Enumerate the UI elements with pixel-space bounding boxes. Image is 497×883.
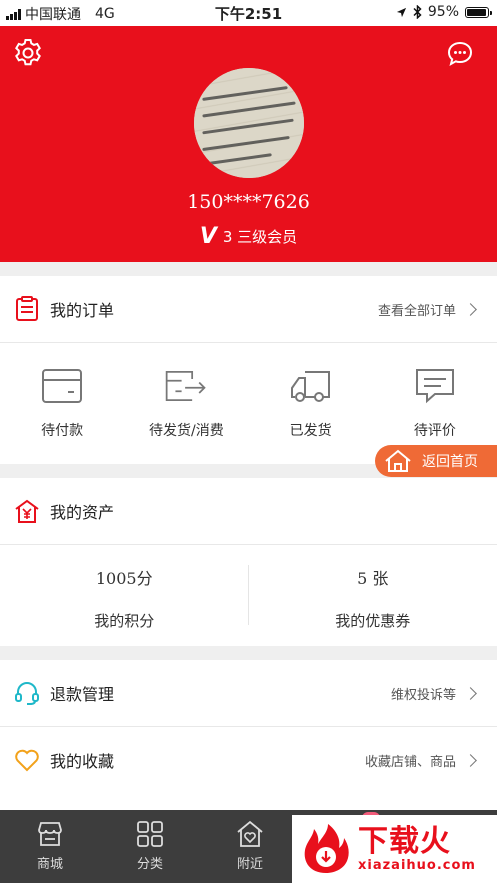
avatar[interactable] (194, 68, 304, 178)
truck-icon (290, 371, 330, 402)
favorites-hint: 收藏店铺、商品 (364, 751, 477, 770)
message-bubble-icon[interactable] (446, 40, 474, 68)
status-bar: 中国联通 4G 下午2:51 95% (0, 0, 497, 26)
points-value: 1005分 (95, 569, 153, 588)
watermark-logo: 下载火 xiazaihuo.com (292, 815, 497, 883)
view-all-orders-link[interactable]: 查看全部订单 (377, 300, 477, 319)
refund-hint-label: 维权投诉等 (390, 687, 456, 703)
chevron-right-icon (464, 686, 477, 700)
order-pending-shipment[interactable]: 待发货/消费 (124, 343, 248, 463)
headset-icon (14, 680, 40, 706)
coupons-value: 5 张 (357, 569, 389, 588)
home-heart-icon (237, 820, 263, 847)
user-phone: 150****7626 (187, 191, 310, 213)
tab-category[interactable]: 分类 (100, 810, 200, 883)
location-icon (396, 7, 406, 17)
member-level-label: 3 三级会员 (222, 228, 298, 246)
orders-header[interactable]: 我的订单 查看全部订单 (0, 276, 497, 342)
store-icon (38, 822, 62, 846)
return-home-label: 返回首页 (422, 454, 478, 470)
order-shipped[interactable]: 已发货 (249, 343, 373, 463)
assets-header: 我的资产 (0, 478, 497, 544)
bluetooth-icon (413, 5, 422, 19)
profile-header: 150****7626 V 3 三级会员 (0, 26, 497, 262)
order-item-label: 已发货 (289, 423, 332, 439)
assets-divider (248, 565, 249, 625)
chevron-right-icon (464, 753, 477, 767)
tab-label: 分类 (136, 857, 163, 872)
house-yen-icon (14, 498, 40, 524)
box-arrow-icon (166, 371, 207, 401)
points-label: 我的积分 (94, 612, 155, 630)
coupons-label: 我的优惠券 (335, 612, 411, 630)
clipboard-icon (14, 296, 40, 322)
order-item-label: 待发货/消费 (149, 423, 224, 439)
tab-label: 商城 (36, 857, 63, 872)
level-v-icon: V (199, 224, 217, 249)
refund-title: 退款管理 (50, 685, 115, 704)
watermark-subtitle: xiazaihuo.com (358, 858, 476, 873)
heart-icon (14, 747, 40, 773)
view-all-orders-label: 查看全部订单 (377, 303, 456, 319)
favorites-title: 我的收藏 (50, 752, 115, 771)
assets-grid: 1005分 我的积分 5 张 我的优惠券 (0, 545, 497, 657)
member-level: V 3 三级会员 (0, 224, 497, 249)
order-item-label: 待评价 (413, 423, 456, 439)
points-entry[interactable]: 1005分 我的积分 (0, 545, 249, 657)
order-item-label: 待付款 (41, 423, 84, 439)
flame-logo-icon (304, 824, 349, 873)
refund-row[interactable]: 退款管理 维权投诉等 (0, 660, 497, 726)
tab-label: 附近 (236, 857, 263, 872)
comment-icon (415, 369, 454, 404)
refund-hint: 维权投诉等 (390, 684, 477, 703)
tab-nearby[interactable]: 附近 (200, 810, 300, 883)
battery-icon (465, 6, 492, 18)
home-icon (385, 449, 411, 472)
wallet-icon (42, 369, 83, 403)
order-pending-payment[interactable]: 待付款 (0, 343, 124, 463)
orders-card: 我的订单 查看全部订单 待付款 待发货/消费 已发货 待评价 (0, 276, 497, 464)
settings-gear-icon[interactable] (12, 37, 44, 69)
grid-icon (137, 821, 163, 847)
chevron-right-icon (464, 302, 477, 316)
assets-card: 我的资产 1005分 我的积分 5 张 我的优惠券 (0, 478, 497, 646)
assets-title: 我的资产 (50, 503, 115, 522)
return-home-button[interactable]: 返回首页 (375, 445, 497, 477)
orders-title: 我的订单 (50, 301, 115, 320)
coupons-entry[interactable]: 5 张 我的优惠券 (249, 545, 497, 657)
watermark-title: 下载火 (358, 824, 451, 859)
favorites-row[interactable]: 我的收藏 收藏店铺、商品 (0, 727, 497, 793)
tab-store[interactable]: 商城 (0, 810, 100, 883)
service-card: 退款管理 维权投诉等 我的收藏 收藏店铺、商品 (0, 660, 497, 810)
status-right: 95% (396, 4, 492, 20)
favorites-hint-label: 收藏店铺、商品 (364, 754, 456, 770)
battery-percent: 95% (427, 4, 459, 20)
